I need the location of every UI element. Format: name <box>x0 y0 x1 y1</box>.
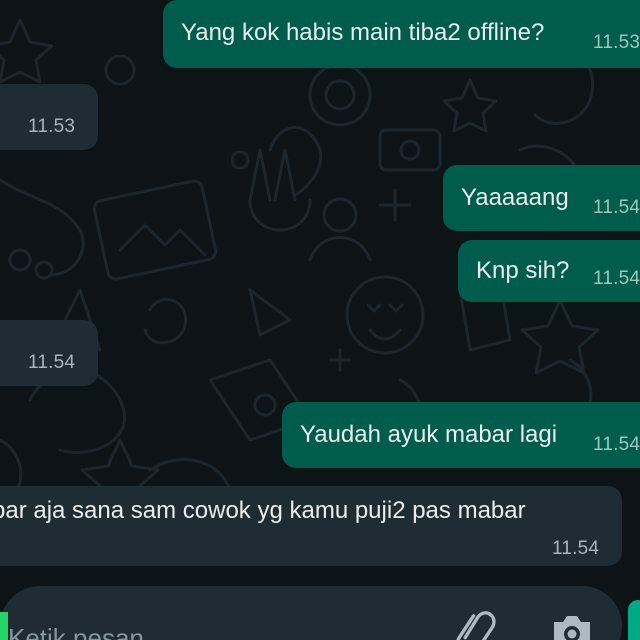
message-time: 11.53 <box>28 116 76 137</box>
message-outgoing[interactable]: Knp sih? 11.54 <box>458 240 640 302</box>
message-incoming[interactable]: 11.53 <box>0 84 98 150</box>
message-text: Yaaaaang <box>461 184 569 211</box>
message-time: 11.54 <box>593 268 640 289</box>
message-outgoing[interactable]: Yaaaaang 11.54 <box>443 165 640 231</box>
message-text: Yaudah ayuk mabar lagi <box>300 421 558 448</box>
message-text: Yang kok habis main tiba2 offline? <box>181 19 545 46</box>
chat-screen: Yang kok habis main tiba2 offline? 11.53… <box>0 0 640 640</box>
message-outgoing[interactable]: Yang kok habis main tiba2 offline? 11.53 <box>163 0 640 68</box>
message-outgoing[interactable]: Yaudah ayuk mabar lagi 11.54 <box>282 402 640 468</box>
message-time: 11.54 <box>28 352 76 373</box>
message-incoming[interactable]: bar aja sana sam cowok yg kamu puji2 pas… <box>0 486 622 566</box>
message-text: bar aja sana sam cowok yg kamu puji2 pas… <box>0 497 526 524</box>
send-button-edge[interactable] <box>628 600 640 640</box>
camera-icon <box>554 616 590 640</box>
paperclip-icon <box>455 611 496 640</box>
camera-button[interactable] <box>548 606 596 640</box>
composer-focus-indicator <box>0 612 8 640</box>
attach-button[interactable] <box>450 606 498 640</box>
message-incoming[interactable]: 11.54 <box>0 320 98 386</box>
message-time: 11.54 <box>552 538 600 559</box>
message-time: 11.54 <box>593 197 640 218</box>
message-input[interactable] <box>8 612 388 640</box>
message-time: 11.53 <box>593 32 640 53</box>
message-time: 11.54 <box>593 434 640 455</box>
message-text: Knp sih? <box>476 257 570 284</box>
